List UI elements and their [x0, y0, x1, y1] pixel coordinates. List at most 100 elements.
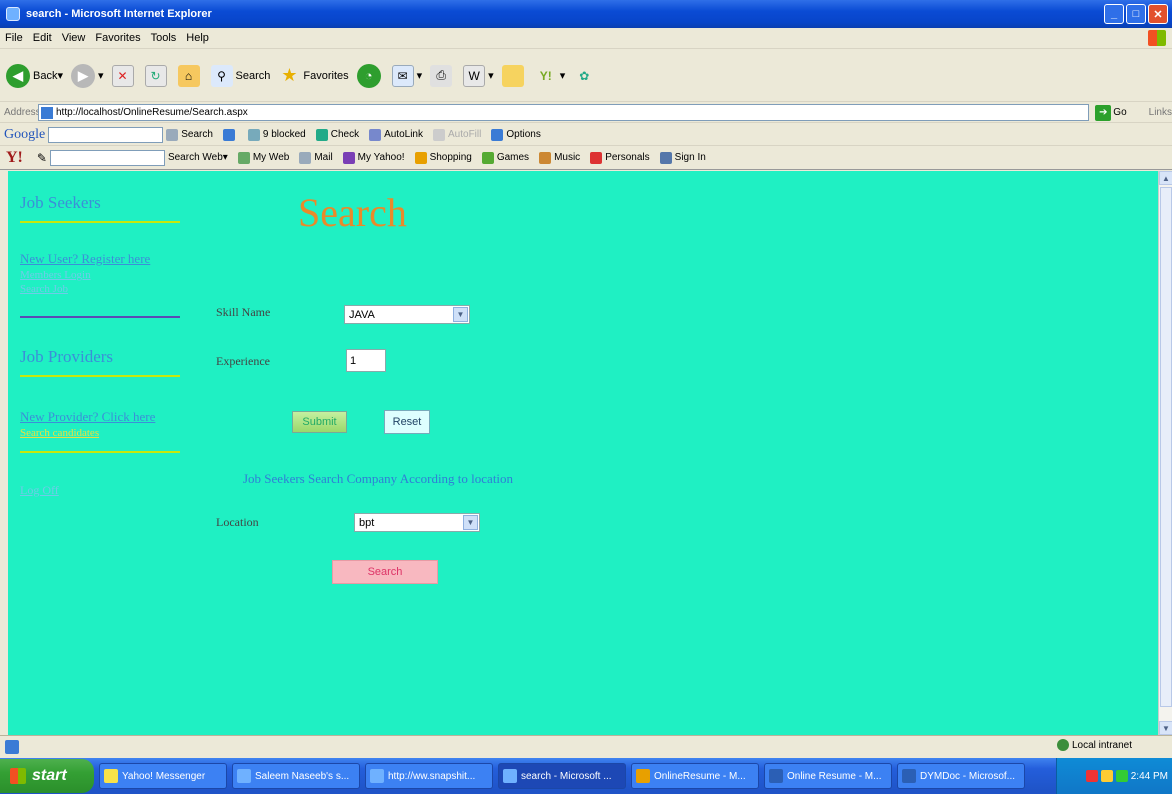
refresh-icon: ↻	[144, 64, 167, 87]
search-button[interactable]: ⚲ Search	[210, 64, 270, 87]
ie-icon	[370, 769, 384, 783]
search-candidates-link[interactable]: Search candidates	[20, 427, 99, 439]
status-bar: Local intranet	[0, 735, 1172, 757]
messenger-icon	[104, 769, 118, 783]
google-options-button[interactable]: Options	[491, 128, 541, 141]
menu-file[interactable]: File	[0, 32, 28, 44]
tray-icon[interactable]	[1115, 770, 1128, 782]
yahoo-logo[interactable]: Y!	[0, 149, 23, 167]
location-label: Location	[216, 515, 259, 529]
skill-name-select[interactable]: JAVA ▼	[344, 305, 470, 324]
skill-name-label: Skill Name	[216, 305, 271, 319]
pencil-icon[interactable]: ✎	[37, 151, 47, 165]
edit-button[interactable]: W ▾	[463, 64, 494, 87]
folder-button[interactable]	[501, 64, 527, 87]
address-input[interactable]: http://localhost/OnlineResume/Search.asp…	[38, 104, 1090, 121]
close-icon[interactable]: ✕	[1148, 4, 1168, 24]
reset-button[interactable]: Reset	[384, 410, 430, 434]
scroll-thumb[interactable]	[1160, 187, 1172, 707]
search-submit-button[interactable]: Search	[332, 560, 438, 584]
taskbar-item[interactable]: search - Microsoft ...	[498, 763, 626, 789]
job-seekers-heading: Job Seekers	[20, 193, 101, 212]
sign-in-button[interactable]: Sign In	[659, 151, 706, 164]
globe-icon	[1056, 739, 1069, 751]
page-icon	[41, 106, 53, 119]
personals-button[interactable]: Personals	[590, 151, 650, 164]
msn-icon: ✿	[579, 68, 590, 83]
new-provider-link[interactable]: New Provider? Click here	[20, 409, 155, 425]
forward-button[interactable]: ▶ ▾	[71, 63, 104, 88]
mail-button[interactable]: ✉ ▾	[391, 64, 422, 87]
start-button[interactable]: start	[0, 759, 94, 793]
tray-icon[interactable]	[1100, 770, 1113, 782]
log-off-link[interactable]: Log Off	[20, 483, 59, 498]
google-news-button[interactable]	[222, 128, 238, 141]
scroll-down-icon[interactable]: ▼	[1159, 721, 1172, 735]
divider	[20, 316, 180, 318]
refresh-button[interactable]: ↻	[144, 64, 170, 87]
vertical-scrollbar[interactable]: ▲ ▼	[1158, 171, 1172, 735]
menu-view[interactable]: View	[57, 32, 91, 44]
taskbar-item[interactable]: Yahoo! Messenger	[99, 763, 227, 789]
chevron-down-icon[interactable]: ▼	[453, 307, 468, 322]
shopping-button[interactable]: Shopping	[414, 151, 472, 164]
maximize-icon[interactable]: □	[1126, 4, 1146, 24]
music-button[interactable]: Music	[539, 151, 580, 164]
search-web-button[interactable]: Search Web ▾	[168, 152, 228, 163]
stop-button[interactable]: ✕	[111, 64, 137, 87]
chevron-down-icon[interactable]: ▼	[463, 515, 478, 530]
experience-input[interactable]: 1	[346, 349, 386, 372]
location-select[interactable]: bpt ▼	[354, 513, 480, 532]
tray-icon[interactable]	[1085, 770, 1098, 782]
autofill-button[interactable]: AutoFill	[433, 128, 481, 141]
section-heading: Job Seekers Search Company According to …	[243, 471, 514, 486]
history-button[interactable]: ◔	[356, 63, 384, 88]
spell-check-button[interactable]: Check	[315, 128, 359, 141]
yahoo-search-input[interactable]	[49, 149, 165, 166]
games-button[interactable]: Games	[481, 151, 529, 164]
my-yahoo-button[interactable]: My Yahoo!	[342, 151, 405, 164]
taskbar-item[interactable]: http://ww.snapshit...	[365, 763, 493, 789]
edit-icon: W	[463, 64, 486, 87]
submit-button[interactable]: Submit	[292, 411, 347, 433]
taskbar-item[interactable]: DYMDoc - Microsof...	[897, 763, 1025, 789]
ie-icon	[237, 769, 251, 783]
messenger-icon: Y!	[539, 68, 552, 83]
word-icon	[769, 769, 783, 783]
search-job-link[interactable]: Search Job	[20, 283, 68, 295]
scroll-up-icon[interactable]: ▲	[1159, 171, 1172, 185]
taskbar-item[interactable]: Online Resume - M...	[764, 763, 892, 789]
google-search-button[interactable]: Search	[166, 128, 213, 141]
back-button[interactable]: ◀ Back ▾	[6, 63, 63, 88]
divider	[20, 375, 180, 377]
my-web-button[interactable]: My Web	[237, 151, 289, 164]
ie-icon	[6, 7, 20, 21]
minimize-icon[interactable]: _	[1104, 4, 1124, 24]
msn-button[interactable]: ✿	[573, 65, 598, 87]
autolink-button[interactable]: AutoLink	[369, 128, 423, 141]
taskbar-item[interactable]: Saleem Naseeb's s...	[232, 763, 360, 789]
members-login-link[interactable]: Members Login	[20, 269, 91, 281]
standard-toolbar: ◀ Back ▾ ▶ ▾ ✕ ↻ ⌂ ⚲ Search ★ Favorites …	[0, 50, 1172, 102]
menu-edit[interactable]: Edit	[28, 32, 57, 44]
google-search-icon	[166, 128, 179, 141]
autofill-icon	[433, 128, 445, 141]
window-controls: _ □ ✕	[1104, 4, 1168, 24]
favorites-button[interactable]: ★ Favorites	[278, 65, 348, 87]
google-search-input[interactable]	[48, 126, 164, 143]
mail-toolbar-button[interactable]: Mail	[299, 151, 333, 164]
popup-blocker-button[interactable]: 9 blocked	[247, 128, 306, 141]
menu-tools[interactable]: Tools	[146, 32, 182, 44]
new-user-register-link[interactable]: New User? Register here	[20, 251, 150, 267]
print-button[interactable]: ⎙	[430, 64, 455, 87]
taskbar-item[interactable]: OnlineResume - M...	[631, 763, 759, 789]
menu-favorites[interactable]: Favorites	[90, 32, 145, 44]
menu-help[interactable]: Help	[181, 32, 214, 44]
go-button[interactable]: ➔ Go	[1095, 104, 1127, 121]
go-arrow-icon: ➔	[1095, 104, 1112, 121]
home-button[interactable]: ⌂	[177, 64, 203, 87]
google-logo[interactable]: Google	[0, 127, 45, 143]
security-zone: Local intranet	[1056, 739, 1132, 751]
links-label[interactable]: Links	[1149, 107, 1172, 118]
yahoo-messenger-button[interactable]: Y! ▾	[535, 65, 566, 87]
